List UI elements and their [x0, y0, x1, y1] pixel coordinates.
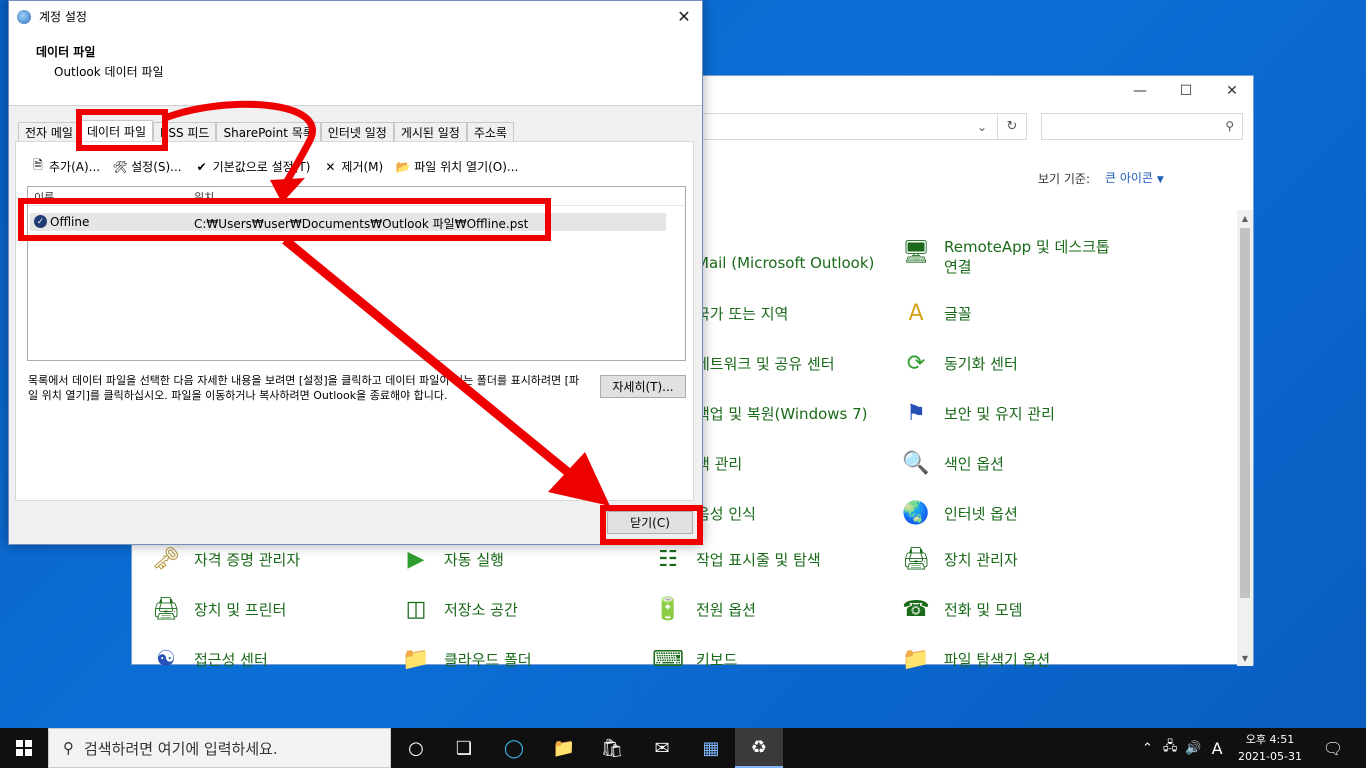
cortana-icon[interactable]: ○ — [392, 728, 440, 768]
start-button[interactable] — [0, 728, 48, 768]
search-icon: ⚲ — [63, 739, 74, 757]
clock[interactable]: 오후 4:51 2021-05-31 — [1234, 731, 1306, 765]
annotation-arrow-curve — [163, 100, 316, 187]
network-icon[interactable]: 🖧 — [1163, 737, 1178, 759]
ime-indicator[interactable]: A — [1212, 739, 1223, 758]
system-tray: ⌃ 🖧 🔊 A — [1142, 728, 1223, 768]
notification-icon[interactable]: 🗨 — [1310, 728, 1356, 768]
search-placeholder: 검색하려면 여기에 입력하세요. — [84, 739, 278, 758]
control-panel-icon[interactable]: ▦ — [687, 728, 735, 768]
edge-icon[interactable]: ◯ — [490, 728, 538, 768]
clock-time: 오후 4:51 — [1245, 733, 1295, 746]
account-settings-taskbar-icon[interactable]: ♻ — [735, 728, 783, 768]
chevron-up-icon[interactable]: ⌃ — [1142, 741, 1153, 756]
store-icon[interactable]: 🛍 — [588, 728, 636, 768]
mail-icon[interactable]: ✉ — [638, 728, 686, 768]
annotation-arrowhead-1 — [270, 178, 305, 203]
taskbar: ⚲ 검색하려면 여기에 입력하세요. ○ ❏ ◯ 📁 🛍 ✉ ▦ ♻ ⌃ 🖧 🔊… — [0, 728, 1366, 768]
task-view-icon[interactable]: ❏ — [440, 728, 488, 768]
clock-date: 2021-05-31 — [1238, 750, 1302, 763]
annotation-arrows — [163, 100, 610, 506]
file-explorer-icon[interactable]: 📁 — [540, 728, 588, 768]
volume-icon[interactable]: 🔊 — [1185, 741, 1201, 756]
taskbar-search-input[interactable]: ⚲ 검색하려면 여기에 입력하세요. — [48, 728, 391, 768]
windows-logo-icon — [16, 740, 32, 756]
annotation-arrow-line — [282, 236, 578, 482]
